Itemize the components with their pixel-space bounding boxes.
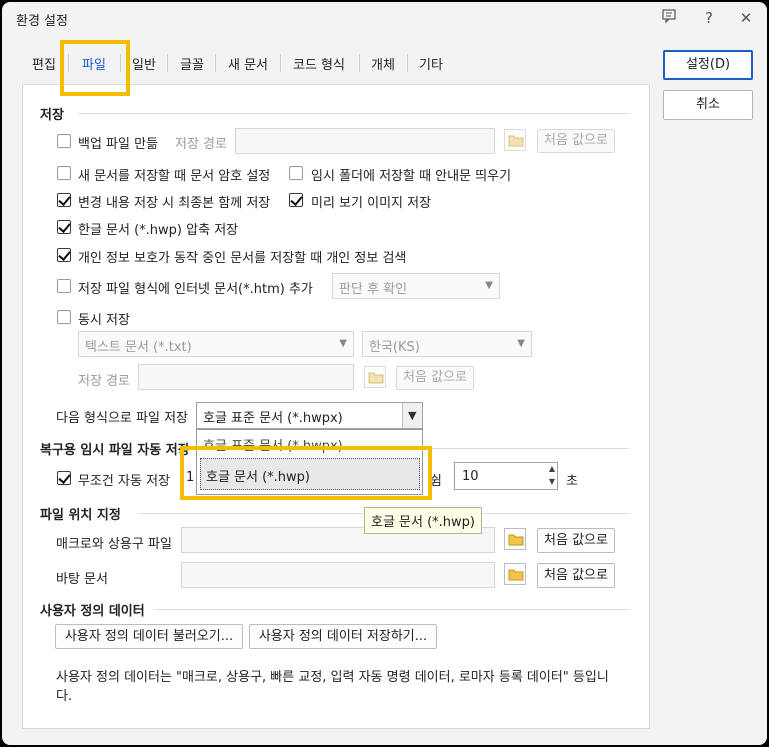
desktop-reset-button[interactable]: 처음 값으로 [537,563,615,588]
tab-separator [215,54,216,72]
interval-value: 10 [462,469,479,484]
close-icon[interactable]: ✕ [736,8,756,28]
tab-new-document[interactable]: 새 문서 [228,54,268,73]
section-recovery-title: 복구용 임시 파일 자동 저장 [40,443,190,458]
simultaneous-encoding-select[interactable]: 한국(KS) ▼ [362,331,532,357]
compress-checkbox[interactable] [57,220,71,234]
tab-file[interactable]: 파일 [82,54,106,73]
internet-option-select[interactable]: 판단 후 확인 ▼ [332,273,500,299]
simultaneous-encoding-value: 한국(KS) [369,340,420,355]
backup-path-label: 저장 경로 [175,137,227,152]
macro-file-label: 매크로와 상용구 파일 [56,537,172,552]
backup-checkbox[interactable] [57,134,71,148]
temp-guide-checkbox[interactable] [289,166,303,180]
idle-label-tail: 쉼 [430,474,442,489]
help-icon[interactable]: ? [699,8,719,28]
desktop-doc-field[interactable] [181,562,495,588]
chevron-down-icon: ▼ [517,338,525,349]
macro-reset-button[interactable]: 처음 값으로 [537,528,615,553]
chevron-down-icon: ▼ [485,280,493,291]
user-data-description: 사용자 정의 데이터는 "매크로, 상용구, 빠른 교정, 입력 자동 명령 데… [56,670,609,704]
dropdown-option-label: 호글 표준 문서 (*.hwpx) [203,439,343,454]
interval-spinner[interactable]: 10 ▲ ▼ [454,462,558,490]
spin-down-icon[interactable]: ▼ [549,477,555,486]
cancel-button[interactable]: 취소 [663,90,753,120]
tab-general[interactable]: 일반 [132,54,156,73]
simultaneous-reset-button[interactable]: 처음 값으로 [396,366,474,390]
spin-up-icon[interactable]: ▲ [549,464,555,473]
preview-image-label: 미리 보기 이미지 저장 [311,196,432,211]
tab-separator [280,54,281,72]
internet-option-value: 판단 후 확인 [339,282,408,297]
password-checkbox[interactable] [57,166,71,180]
folder-icon[interactable] [504,528,526,550]
simultaneous-save-label: 동시 저장 [78,313,130,328]
tab-separator [68,54,69,72]
tab-object[interactable]: 개체 [371,54,395,73]
dropdown-button[interactable]: ▼ [402,403,422,428]
section-location-title: 파일 위치 지정 [40,508,121,523]
title-bar: 환경 설정 ? ✕ [2,2,767,34]
dropdown-option-label: 호글 문서 (*.hwp) [206,470,311,485]
dialog-title: 환경 설정 [16,14,68,29]
backup-label: 백업 파일 만듦 [78,137,159,152]
chevron-down-icon: ▼ [408,409,417,422]
chevron-down-icon: ▼ [339,338,347,349]
section-divider [422,448,630,449]
privacy-checkbox[interactable] [57,248,71,262]
simultaneous-format-select[interactable]: 텍스트 문서 (*.txt) ▼ [78,331,354,357]
simultaneous-format-value: 텍스트 문서 (*.txt) [85,340,192,355]
simultaneous-save-checkbox[interactable] [57,310,71,324]
save-format-select[interactable]: 호글 표준 문서 (*.hwpx) ▼ [196,402,423,429]
tab-separator [359,54,360,72]
tab-font[interactable]: 글꼴 [180,54,204,73]
preview-image-checkbox[interactable] [289,193,303,207]
save-latest-label: 변경 내용 저장 시 최종본 함께 저장 [78,196,271,211]
tab-edit[interactable]: 편집 [32,54,56,73]
save-format-dropdown-list: 호글 표준 문서 (*.hwpx) 호글 문서 (*.hwp) [196,429,423,495]
backup-path-field[interactable] [235,128,495,154]
settings-dialog: 환경 설정 ? ✕ 편집 파일 일반 글꼴 새 문서 코드 형식 개체 기타 설… [2,2,767,745]
tab-separator [407,54,408,72]
dropdown-option[interactable]: 호글 표준 문서 (*.hwpx) [197,430,422,454]
auto-save-prefix: 1 [186,470,195,485]
section-divider [78,113,630,114]
auto-save-label: 무조건 자동 저장 [78,474,170,489]
ok-button[interactable]: 설정(D) [663,50,753,80]
simultaneous-path-field[interactable] [138,364,354,390]
tab-separator [120,54,121,72]
section-save-title: 저장 [40,108,64,123]
save-user-data-button[interactable]: 사용자 정의 데이터 저장하기... [249,624,437,649]
internet-doc-label: 저장 파일 형식에 인터넷 문서(*.htm) 추가 [78,282,313,297]
save-latest-checkbox[interactable] [57,193,71,207]
tab-code-format[interactable]: 코드 형식 [293,54,345,73]
temp-guide-label: 임시 폴더에 저장할 때 안내문 띄우기 [311,169,512,184]
privacy-label: 개인 정보 보호가 동작 중인 문서를 저장할 때 개인 정보 검색 [78,251,407,266]
folder-icon[interactable] [504,129,526,151]
section-divider [154,609,630,610]
load-user-data-button[interactable]: 사용자 정의 데이터 불러오기... [55,624,243,649]
password-label: 새 문서를 저장할 때 문서 암호 설정 [78,169,271,184]
internet-doc-checkbox[interactable] [57,279,71,293]
folder-icon[interactable] [364,366,386,388]
folder-icon[interactable] [504,563,526,585]
tooltip: 호글 문서 (*.hwp) [364,507,483,534]
save-format-value: 호글 표준 문서 (*.hwpx) [203,411,343,426]
save-format-label: 다음 형식으로 파일 저장 [56,411,188,426]
compress-label: 한글 문서 (*.hwp) 압축 저장 [78,223,239,238]
backup-reset-button[interactable]: 처음 값으로 [537,129,615,153]
dropdown-option-selected[interactable]: 호글 문서 (*.hwp) [200,458,420,490]
tab-separator [167,54,168,72]
section-user-data-title: 사용자 정의 데이터 [40,604,145,619]
interval-unit: 초 [566,474,578,489]
tab-other[interactable]: 기타 [419,54,443,73]
feedback-icon[interactable] [659,8,679,28]
auto-save-checkbox[interactable] [57,471,71,485]
simultaneous-path-label: 저장 경로 [78,374,130,389]
desktop-doc-label: 바탕 문서 [56,572,108,587]
